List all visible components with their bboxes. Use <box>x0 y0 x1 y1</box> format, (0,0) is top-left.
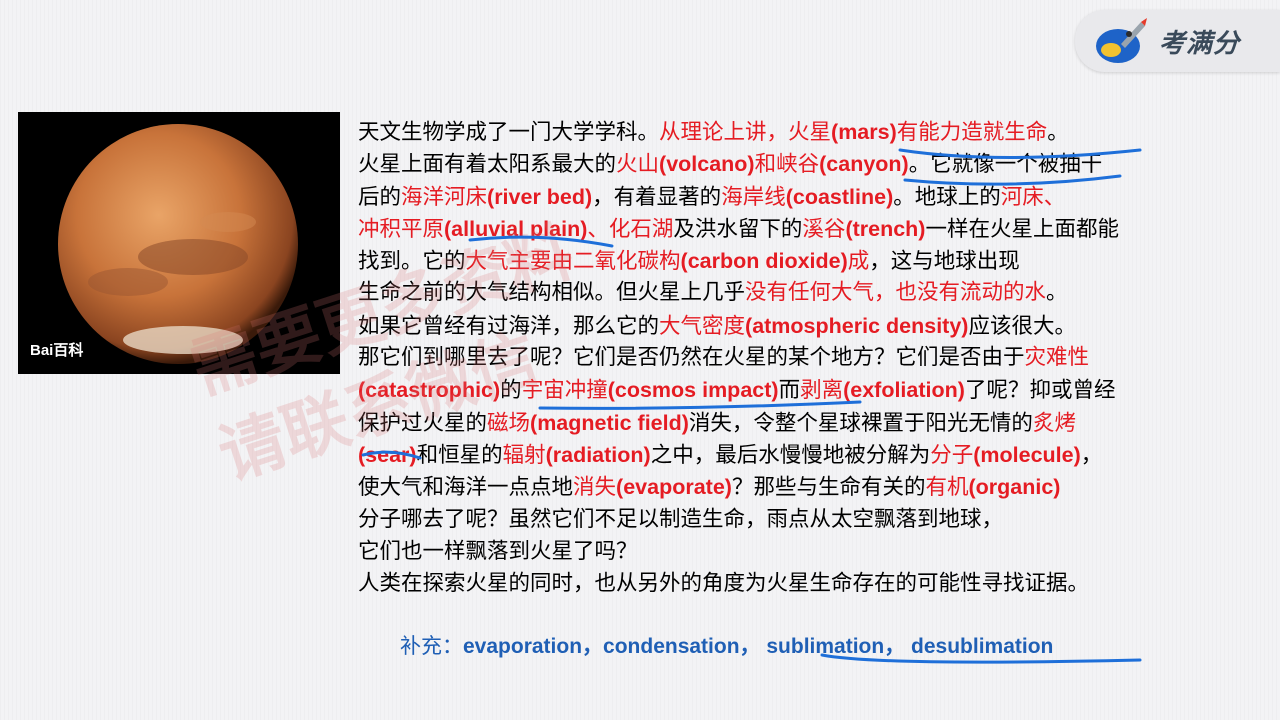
text-segment: ？那些与生命有关的 <box>731 475 926 501</box>
text-segment: 应该很大。 <box>968 313 1076 339</box>
highlighted-term: 没有任何大气，也没有流动的水 <box>745 280 1047 306</box>
text-line: 使大气和海洋一点点地消失(evaporate)？那些与生命有关的有机(organ… <box>358 471 1278 503</box>
mars-photo: Bai百科 <box>18 112 340 374</box>
highlighted-term: 成 <box>847 249 870 275</box>
text-segment: 而 <box>778 378 801 404</box>
highlighted-term: (radiation) <box>545 442 651 467</box>
text-segment: 的 <box>500 378 522 404</box>
text-segment: 那它们到哪里去了呢？它们是否仍然在火星的某个地方？它们是否由于 <box>358 345 1025 371</box>
text-segment: 天文生物学成了一门大学学科。 <box>358 120 660 145</box>
highlighted-term: (sear) <box>358 442 417 467</box>
text-line: 那它们到哪里去了呢？它们是否仍然在火星的某个地方？它们是否由于灾难性 <box>358 342 1278 374</box>
text-segment: 。 <box>1046 280 1068 306</box>
text-segment: 生命之前的大气结构相似。但火星上几乎 <box>358 280 746 306</box>
highlighted-term: 海岸线 <box>721 184 786 210</box>
text-segment: 后的 <box>358 184 402 210</box>
text-segment: 。它就像一个被抽干 <box>908 152 1103 178</box>
highlighted-term: (molecule) <box>973 442 1081 467</box>
text-segment: 。 <box>1047 120 1069 145</box>
highlighted-term: 有能力造就生命 <box>896 120 1048 145</box>
highlighted-term: 火山 <box>616 152 660 178</box>
text-segment: ，这与地球出现 <box>869 249 1020 275</box>
logo-name: 考满分 <box>1159 28 1241 59</box>
text-segment: ，有着显著的 <box>592 184 722 210</box>
text-segment: 之中，最后水慢慢地被分解为 <box>650 442 931 468</box>
highlighted-term: 炙烤 <box>1032 410 1076 436</box>
highlighted-term: (coastline) <box>785 184 894 209</box>
highlighted-term: (organic) <box>968 475 1061 500</box>
highlighted-term: (catastrophic) <box>358 378 501 403</box>
highlighted-term: 分子 <box>930 442 974 468</box>
supplement-terms: evaporation，condensation， sublimation， d… <box>463 635 1054 658</box>
highlighted-term: 磁场 <box>487 410 531 436</box>
highlighted-term: (volcano) <box>659 152 755 177</box>
text-segment: 使大气和海洋一点点地 <box>358 475 574 501</box>
text-segment: 保护过火星的 <box>358 410 488 436</box>
text-line: 如果它曾经有过海洋，那么它的大气密度(atmospheric density)应… <box>358 310 1278 342</box>
text-line: 天文生物学成了一门大学学科。从理论上讲，火星(mars)有能力造就生命。 <box>358 116 1278 148</box>
text-segment: 它们也一样飘落到火星了吗？ <box>358 538 638 564</box>
text-line: (catastrophic)的宇宙冲撞(cosmos impact)而剥离(ex… <box>358 374 1278 406</box>
highlighted-term: 大气主要由二氧化碳构 <box>465 249 681 275</box>
highlighted-term: (alluvial plain) <box>444 216 588 241</box>
highlighted-term: 灾难性 <box>1024 345 1090 371</box>
highlighted-term: 河床、 <box>1000 184 1066 210</box>
highlighted-term: 海洋河床 <box>401 184 488 210</box>
highlighted-term: (atmospheric density) <box>745 313 969 338</box>
text-line: 分子哪去了呢？虽然它们不足以制造生命，雨点从太空飘落到地球， <box>358 504 1278 536</box>
highlighted-term: 溪谷 <box>802 216 846 242</box>
text-segment: 分子哪去了呢？虽然它们不足以制造生命，雨点从太空飘落到地球， <box>358 506 1004 532</box>
highlighted-term: 大气密度 <box>659 313 746 339</box>
text-segment: ， <box>1080 442 1103 468</box>
highlighted-term: (evaporate) <box>616 475 732 500</box>
text-line: (sear)和恒星的辐射(radiation)之中，最后水慢慢地被分解为分子(m… <box>358 439 1278 471</box>
highlighted-term: 从理论上讲，火星 <box>659 120 832 145</box>
text-segment: 消失，令整个星球裸置于阳光无情的 <box>688 410 1033 436</box>
text-line: 火星上面有着太阳系最大的火山(volcano)和峡谷(canyon)。它就像一个… <box>358 148 1278 180</box>
highlighted-term: 、化石湖 <box>587 216 674 242</box>
highlighted-term: (carbon dioxide) <box>680 249 848 274</box>
supplement-label: 补充： <box>400 634 463 658</box>
rocket-logo-icon <box>1096 18 1147 63</box>
text-line: 人类在探索火星的同时，也从另外的角度为火星生命存在的可能性寻找证据。 <box>358 568 1278 600</box>
highlighted-term: 消失 <box>573 475 617 501</box>
highlighted-term: (exfoliation) <box>843 378 965 403</box>
baidu-baike-watermark: Bai百科 <box>30 342 84 359</box>
text-segment: 如果它曾经有过海洋，那么它的 <box>358 313 660 339</box>
body-text: 天文生物学成了一门大学学科。从理论上讲，火星(mars)有能力造就生命。 火星上面… <box>358 116 1278 600</box>
highlighted-term: 冲积平原 <box>358 216 445 242</box>
text-line: 保护过火星的磁场(magnetic field)消失，令整个星球裸置于阳光无情的… <box>358 407 1278 439</box>
text-line: 生命之前的大气结构相似。但火星上几乎没有任何大气，也没有流动的水。 <box>358 277 1278 309</box>
highlighted-term: (river bed) <box>487 184 593 209</box>
text-line: 冲积平原(alluvial plain)、化石湖及洪水留下的溪谷(trench)… <box>358 213 1278 245</box>
highlighted-term: (magnetic field) <box>530 410 689 435</box>
highlighted-term: 辐射 <box>502 442 546 468</box>
text-segment: 一样在火星上面都能 <box>925 216 1119 242</box>
logo-badge: 考满分 <box>1075 10 1280 72</box>
highlighted-term: 剥离 <box>800 378 844 404</box>
text-line: 找到。它的大气主要由二氧化碳构(carbon dioxide)成，这与地球出现 <box>358 245 1278 277</box>
highlighted-term: 和峡谷 <box>754 152 820 178</box>
highlighted-term: (cosmos impact) <box>607 378 779 403</box>
text-segment: 和恒星的 <box>416 442 503 468</box>
text-segment: 人类在探索火星的同时，也从另外的角度为火星生命存在的可能性寻找证据。 <box>358 571 1090 597</box>
mars-planet-image <box>18 112 340 374</box>
supplement-line: 补充：evaporation，condensation， sublimation… <box>400 630 1053 660</box>
highlighted-term: (trench) <box>845 216 926 241</box>
highlighted-term: 有机 <box>925 475 969 501</box>
text-line: 它们也一样飘落到火星了吗？ <box>358 536 1278 568</box>
text-segment: 及洪水留下的 <box>673 216 803 242</box>
highlighted-term: (canyon) <box>819 152 909 177</box>
highlighted-term: 宇宙冲撞 <box>521 378 608 404</box>
text-segment: 火星上面有着太阳系最大的 <box>358 152 617 178</box>
text-segment: 了呢？抑或曾经 <box>964 378 1116 404</box>
text-segment: 。地球上的 <box>893 184 1001 210</box>
highlighted-term: (mars) <box>831 120 897 144</box>
text-segment: 找到。它的 <box>358 249 466 275</box>
text-line: 后的海洋河床(river bed)，有着显著的海岸线(coastline)。地球… <box>358 181 1278 213</box>
